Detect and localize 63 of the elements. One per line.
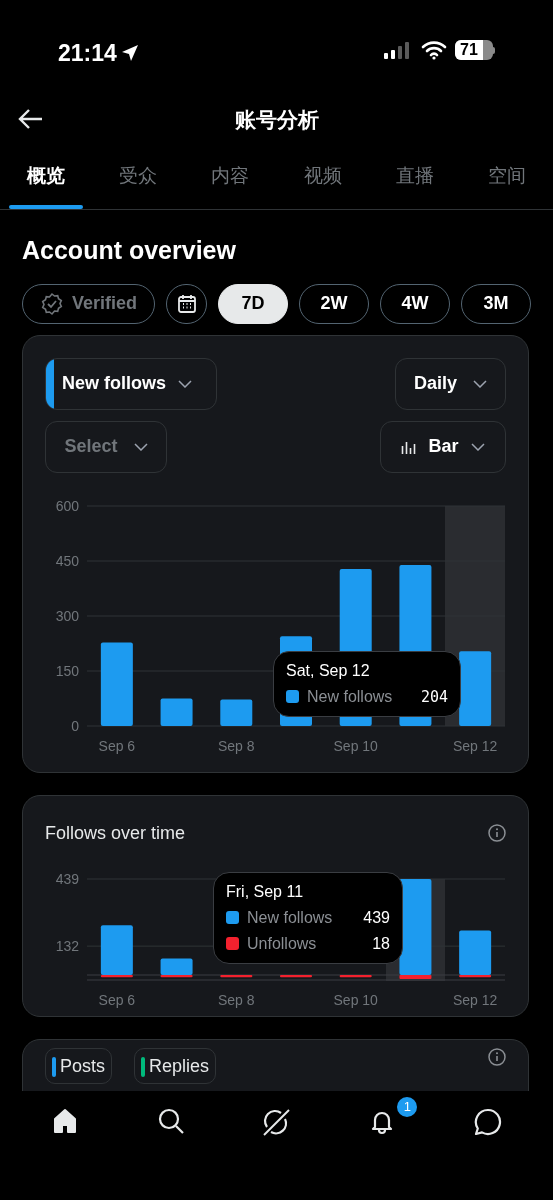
wifi-icon xyxy=(421,40,447,60)
page-title: 账号分析 xyxy=(234,107,319,134)
card-title: Follows over time xyxy=(45,821,186,845)
x-axis-label: Sep 6 xyxy=(98,737,136,754)
compare-dropdown[interactable]: Select xyxy=(45,420,167,473)
info-icon[interactable] xyxy=(488,824,506,842)
tooltip-date: Sat, Sep 12 xyxy=(286,660,371,681)
y-axis-label: 600 xyxy=(55,497,79,514)
bar xyxy=(280,974,312,977)
y-axis-label: 439 xyxy=(55,872,79,887)
series-chip[interactable]: Replies xyxy=(134,1047,217,1084)
tooltip-label: New follows xyxy=(247,907,333,928)
tooltip-value: 439 xyxy=(362,907,390,928)
tooltip-label: New follows xyxy=(307,686,393,707)
tooltip-label: Unfollows xyxy=(247,933,317,954)
chevron-down-icon xyxy=(473,379,487,388)
battery-indicator: 71 xyxy=(455,40,495,60)
x-axis-label: Sep 10 xyxy=(333,991,378,1008)
series-chip[interactable]: Posts xyxy=(45,1047,113,1084)
bar xyxy=(160,698,193,726)
slashed-circle-icon[interactable] xyxy=(261,1107,292,1137)
verified-badge-icon xyxy=(40,291,64,316)
x-axis-label: Sep 12 xyxy=(452,737,498,754)
tooltip-date: Fri, Sep 11 xyxy=(226,881,305,902)
y-axis-label: 150 xyxy=(55,662,79,679)
chat-bubble-icon[interactable] xyxy=(473,1107,504,1137)
bar xyxy=(220,699,253,726)
tab[interactable]: 概览 xyxy=(0,158,93,209)
back-button[interactable] xyxy=(18,108,44,130)
info-icon[interactable] xyxy=(488,1047,506,1066)
x-axis-label: Sep 10 xyxy=(333,737,378,754)
bar xyxy=(339,974,372,977)
tab[interactable]: 内容 xyxy=(184,158,277,209)
back-arrow-icon xyxy=(18,108,44,130)
x-axis-label: Sep 8 xyxy=(218,991,255,1008)
y-axis-label: 450 xyxy=(55,552,79,569)
tab[interactable]: 受众 xyxy=(92,158,185,209)
tooltip-value: 18 xyxy=(371,933,390,954)
y-axis-label: 300 xyxy=(55,607,79,624)
tab[interactable]: 空间 xyxy=(460,158,553,209)
chevron-down-icon xyxy=(133,442,148,451)
section-heading: Account overview xyxy=(22,235,237,266)
bar xyxy=(220,974,253,977)
x-axis-label: Sep 8 xyxy=(218,737,255,754)
y-axis-label: 0 xyxy=(71,717,79,734)
x-axis-label: Sep 12 xyxy=(452,991,498,1008)
x-axis-label: Sep 6 xyxy=(98,991,136,1008)
tab[interactable]: 直播 xyxy=(368,158,461,209)
chevron-down-icon xyxy=(470,442,485,451)
metric-dropdown[interactable]: New follows xyxy=(45,357,217,410)
notification-badge: 1 xyxy=(397,1097,418,1117)
interval-dropdown[interactable]: Daily xyxy=(395,357,506,410)
tab[interactable]: 视频 xyxy=(276,158,369,209)
y-axis-label: 132 xyxy=(55,937,79,954)
chart-type-dropdown[interactable]: Bar xyxy=(380,420,506,473)
tooltip-value: 204 xyxy=(419,686,448,708)
location-arrow-icon xyxy=(120,44,139,63)
chevron-down-icon xyxy=(178,379,192,388)
bar-chart-icon xyxy=(401,439,417,454)
status-time: 21:14 xyxy=(58,39,117,68)
search-icon[interactable] xyxy=(156,1107,185,1135)
range-chip[interactable]: 7D xyxy=(218,283,288,324)
calendar-icon xyxy=(176,293,197,314)
